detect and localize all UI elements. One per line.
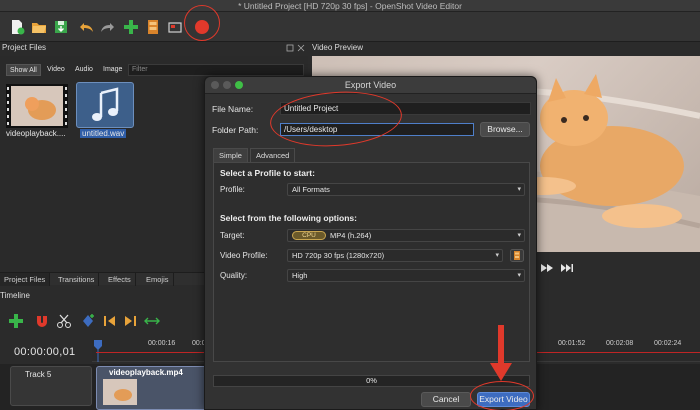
filter-video[interactable]: Video	[44, 64, 68, 76]
import-files-icon[interactable]	[122, 18, 140, 36]
razor-scissors-icon[interactable]	[56, 313, 72, 329]
record-annotation-circle	[184, 5, 220, 41]
chevron-down-icon: ▾	[517, 186, 521, 193]
redo-icon[interactable]	[98, 18, 116, 36]
ruler-label: 00:01:52	[558, 340, 586, 347]
panel-float-close-icon[interactable]	[286, 44, 306, 52]
add-marker-icon[interactable]	[80, 313, 96, 329]
tab-emojis[interactable]: Emojis	[142, 273, 174, 286]
window-titlebar: * Untitled Project [HD 720p 30 fps] - Op…	[0, 0, 700, 12]
target-select[interactable]: CPU MP4 (h.264) ▾	[287, 229, 525, 242]
video-profile-label: Video Profile:	[220, 251, 268, 260]
profile-select[interactable]: All Formats ▾	[287, 183, 525, 196]
target-value: MP4 (h.264)	[330, 231, 372, 240]
ruler-label: 00:02:08	[606, 340, 634, 347]
filter-audio[interactable]: Audio	[72, 64, 96, 76]
profile-label: Profile:	[220, 185, 245, 194]
next-marker-icon[interactable]	[122, 313, 138, 329]
file-thumb-video[interactable]	[6, 84, 68, 128]
profile-settings-icon[interactable]	[510, 249, 524, 262]
quality-select[interactable]: High ▾	[287, 269, 525, 282]
filter-input[interactable]: Filter	[128, 64, 304, 76]
file-name-video: videoplayback....	[6, 129, 66, 138]
timeline-toolbar	[0, 305, 210, 335]
add-track-icon[interactable]	[8, 313, 24, 329]
project-files-header: Project Files	[2, 43, 47, 52]
folder-path-label: Folder Path:	[212, 125, 259, 135]
simple-tab-body: Select a Profile to start: Profile: All …	[213, 162, 530, 362]
chevron-down-icon: ▾	[517, 232, 521, 239]
progress-text: 0%	[366, 376, 377, 385]
ruler-label: 00:02:24	[654, 340, 682, 347]
video-preview-header: Video Preview	[312, 43, 363, 52]
dialog-titlebar: Export Video	[205, 77, 536, 94]
previous-marker-icon[interactable]	[102, 313, 118, 329]
filter-image[interactable]: Image	[100, 64, 125, 76]
fullscreen-icon[interactable]	[166, 18, 184, 36]
snap-magnet-icon[interactable]	[34, 313, 50, 329]
save-project-icon[interactable]	[52, 18, 70, 36]
file-name-label: File Name:	[212, 104, 254, 114]
main-toolbar	[0, 12, 700, 42]
track-name-label: Track 5	[25, 370, 52, 379]
tab-project-files[interactable]: Project Files	[0, 273, 51, 286]
undo-icon[interactable]	[78, 18, 96, 36]
quality-value: High	[292, 271, 308, 280]
ruler-label: 00:00:16	[148, 340, 176, 347]
export-button-annotation-ellipse	[470, 381, 534, 410]
target-label: Target:	[220, 231, 245, 240]
new-project-icon[interactable]	[8, 18, 26, 36]
timeline-header: Timeline	[0, 291, 30, 300]
timeline-timecode: 00:00:00,01	[14, 346, 76, 358]
tab-effects[interactable]: Effects	[104, 273, 136, 286]
tab-advanced[interactable]: Advanced	[250, 148, 296, 162]
chevron-down-icon: ▾	[495, 252, 499, 259]
annotation-arrow-icon	[490, 325, 512, 381]
open-project-icon[interactable]	[30, 18, 48, 36]
profile-value: All Formats	[292, 185, 330, 194]
cpu-badge: CPU	[292, 231, 326, 240]
filter-bar: Show All Video Audio Image Filter	[4, 64, 304, 76]
file-thumb-audio[interactable]	[76, 82, 134, 128]
jump-to-end-icon[interactable]	[560, 263, 574, 273]
clip-name-label: videoplayback.mp4	[109, 368, 183, 377]
chevron-down-icon: ▾	[517, 272, 521, 279]
fast-forward-icon[interactable]	[540, 263, 554, 273]
file-name-audio: untitled.wav	[80, 129, 127, 138]
choose-profile-icon[interactable]	[144, 18, 162, 36]
music-note-icon	[92, 87, 119, 121]
quality-label: Quality:	[220, 271, 248, 280]
video-profile-value: HD 720p 30 fps (1280x720)	[292, 251, 385, 260]
timeline-clip[interactable]: videoplayback.mp4	[96, 366, 211, 410]
browse-button[interactable]: Browse...	[480, 122, 530, 137]
dialog-title: Export Video	[344, 80, 397, 90]
video-thumbnail-icon	[6, 84, 68, 128]
clip-thumbnail-icon	[103, 379, 137, 405]
window-title: * Untitled Project [HD 720p 30 fps] - Op…	[238, 1, 462, 11]
filter-show-all[interactable]: Show All	[6, 64, 41, 76]
tab-simple[interactable]: Simple	[213, 148, 248, 162]
center-playhead-icon[interactable]	[144, 313, 160, 329]
track-header[interactable]: Track 5	[10, 366, 92, 406]
playhead-icon[interactable]	[93, 340, 103, 362]
cancel-button[interactable]: Cancel	[421, 392, 471, 407]
tab-transitions[interactable]: Transitions	[54, 273, 100, 286]
profile-section-title: Select a Profile to start:	[220, 168, 315, 178]
video-profile-select[interactable]: HD 720p 30 fps (1280x720) ▾	[287, 249, 503, 262]
options-section-title: Select from the following options:	[220, 213, 357, 223]
